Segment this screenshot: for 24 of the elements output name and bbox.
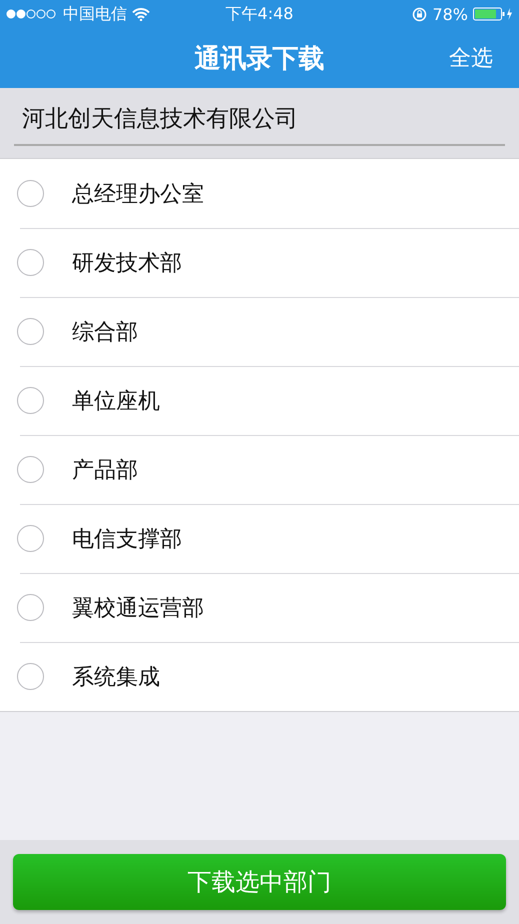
wifi-icon <box>132 8 150 20</box>
signal-icon <box>6 9 58 19</box>
battery-charging-icon <box>473 7 513 21</box>
department-item[interactable]: 单位座机 <box>0 366 519 435</box>
radio-button[interactable] <box>17 180 44 207</box>
department-item[interactable]: 翼校通运营部 <box>0 573 519 642</box>
page-title: 通讯录下载 <box>194 42 324 76</box>
radio-button[interactable] <box>17 387 44 414</box>
department-item[interactable]: 系统集成 <box>0 642 519 711</box>
radio-button[interactable] <box>17 318 44 345</box>
rotation-lock-icon <box>412 6 428 22</box>
clock-time: 下午4:48 <box>226 4 294 24</box>
radio-button[interactable] <box>17 594 44 621</box>
radio-button[interactable] <box>17 249 44 276</box>
department-item[interactable]: 电信支撑部 <box>0 504 519 573</box>
department-item[interactable]: 总经理办公室 <box>0 159 519 228</box>
radio-button[interactable] <box>17 663 44 690</box>
department-item[interactable]: 产品部 <box>0 435 519 504</box>
radio-button[interactable] <box>17 525 44 552</box>
carrier-label: 中国电信 <box>63 4 127 24</box>
department-item[interactable]: 研发技术部 <box>0 228 519 297</box>
radio-button[interactable] <box>17 456 44 483</box>
battery-percent: 78% <box>432 4 468 24</box>
department-item[interactable]: 综合部 <box>0 297 519 366</box>
